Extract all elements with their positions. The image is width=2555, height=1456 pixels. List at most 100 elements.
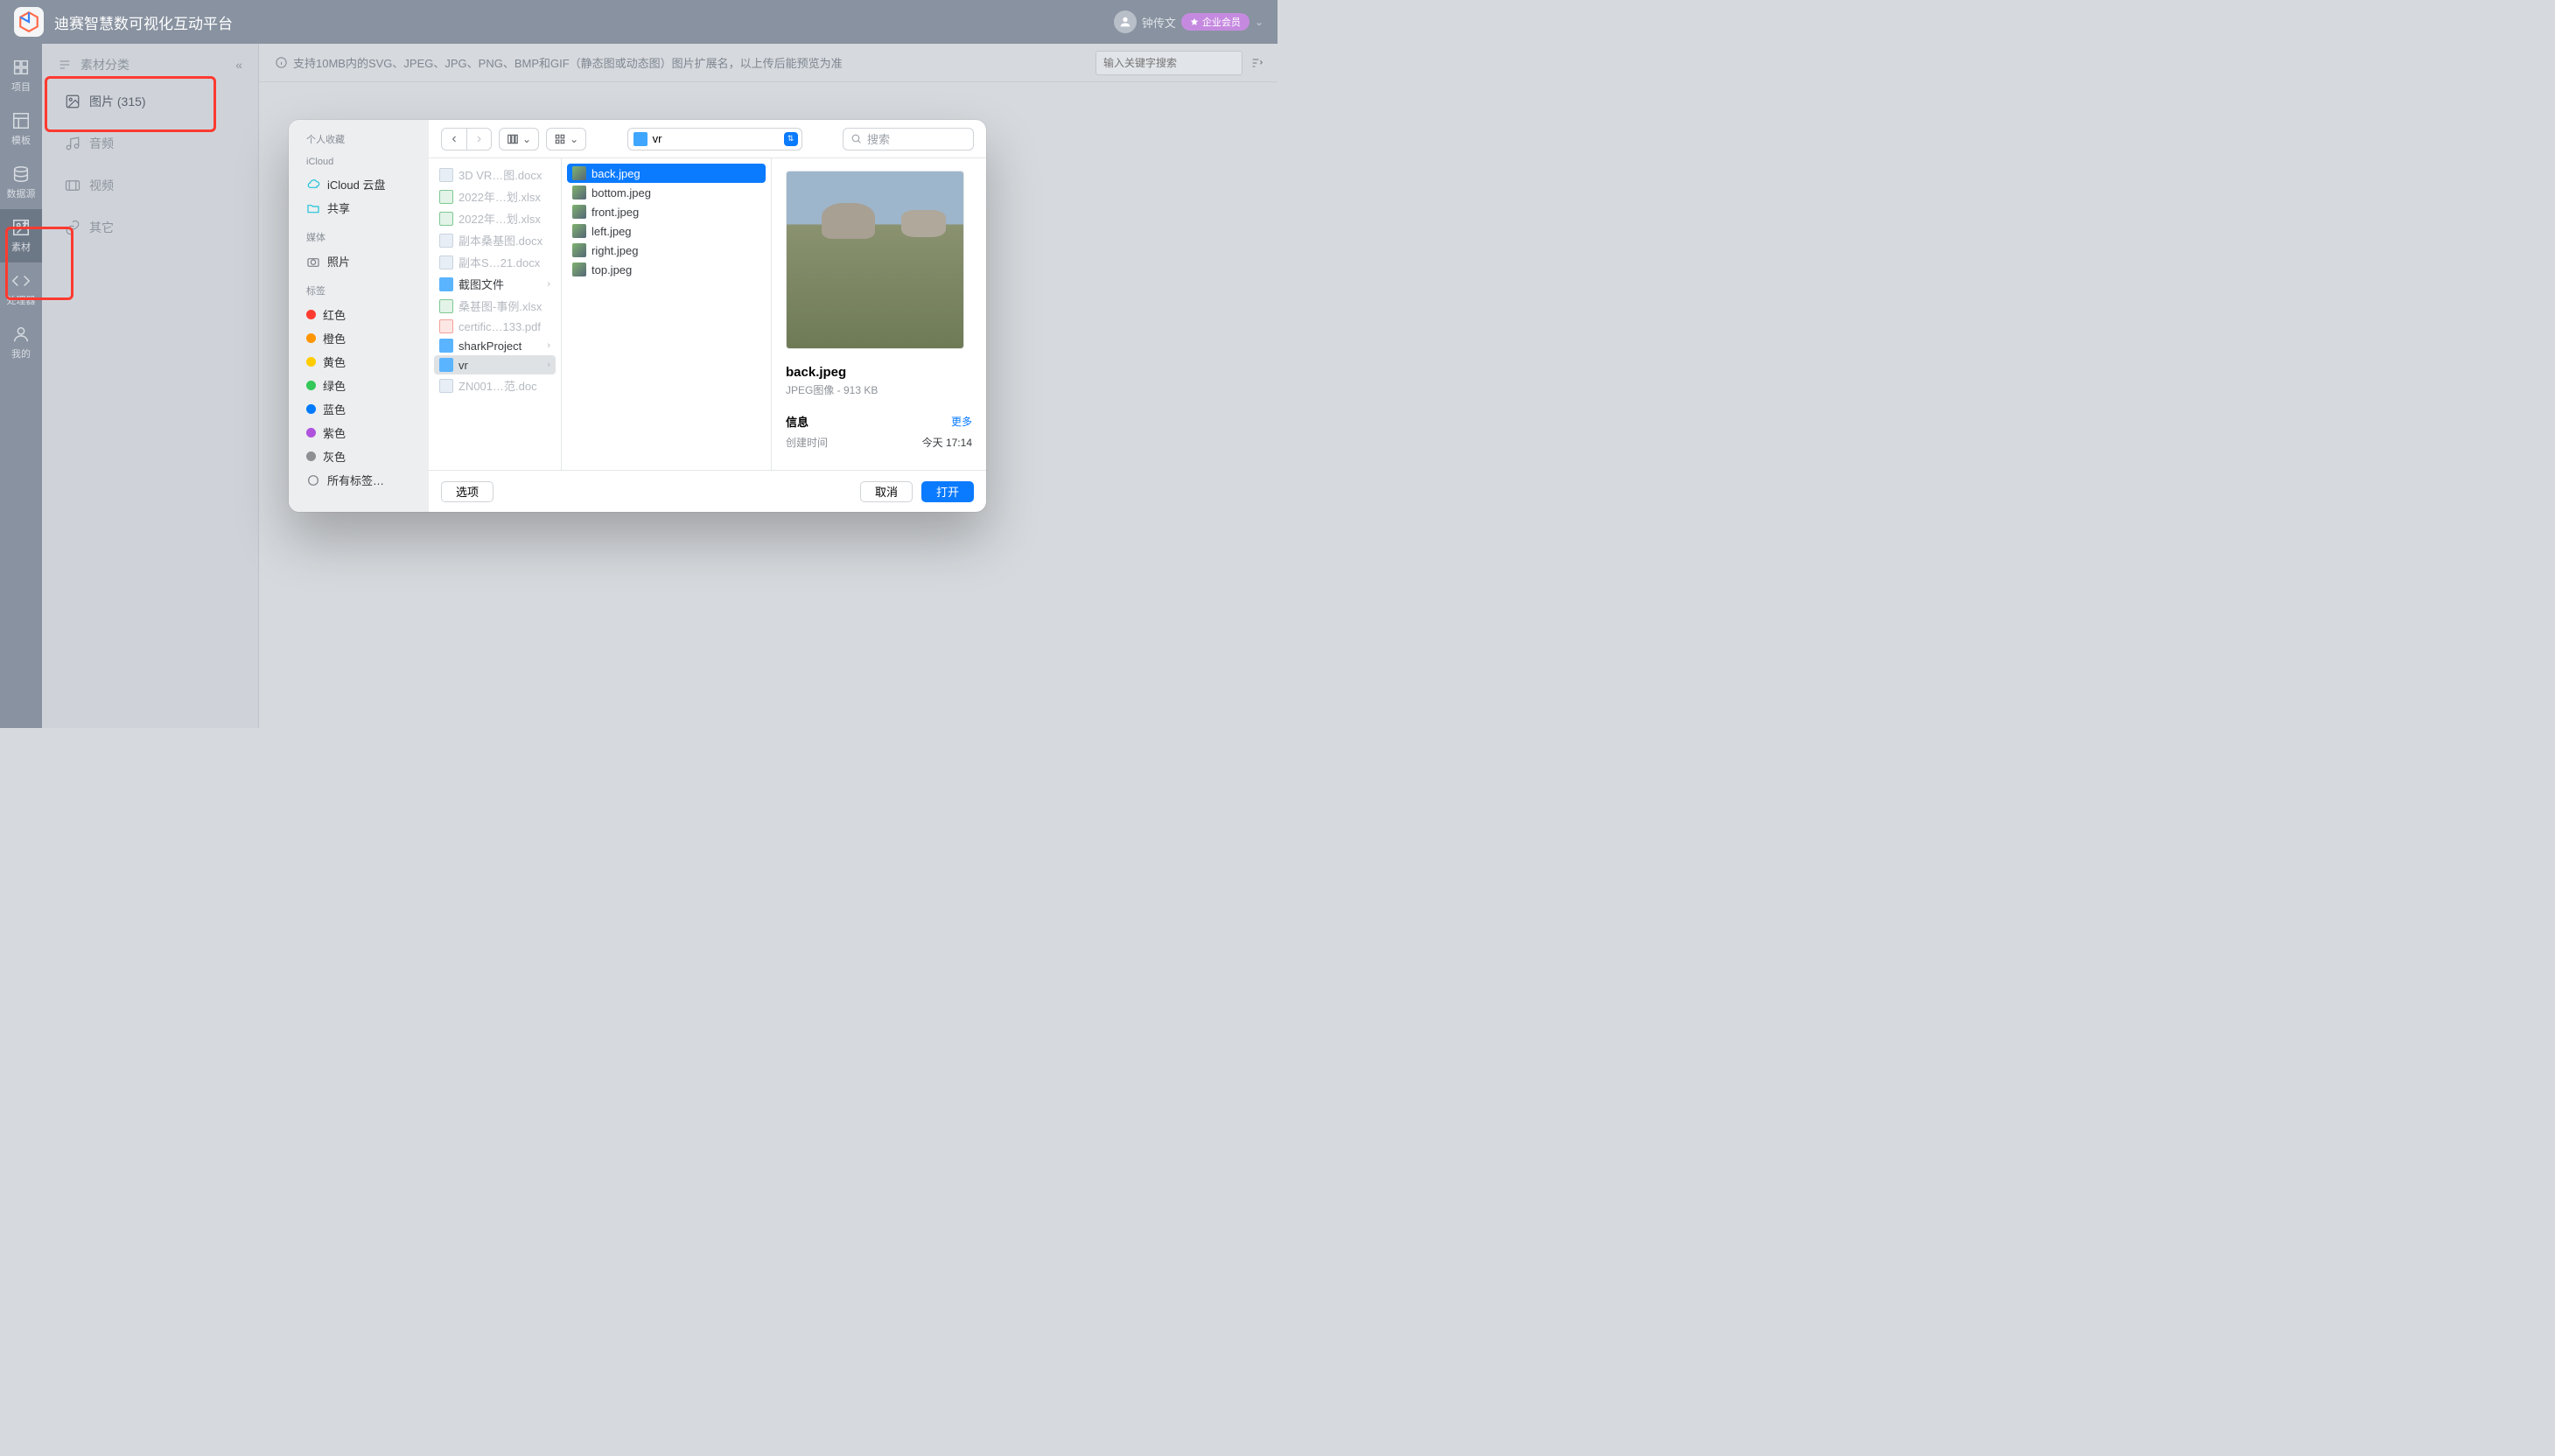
updown-icon: ⇅ xyxy=(784,132,798,146)
group-button[interactable]: ⌄ xyxy=(546,128,586,150)
sidebar-item-audio[interactable]: 音频 xyxy=(42,122,258,164)
file-column-1: 3D VR…图.docx2022年…划.xlsx2022年…划.xlsx副本桑基… xyxy=(429,158,562,470)
image-file-icon xyxy=(572,186,586,200)
location-dropdown[interactable]: vr ⇅ xyxy=(627,128,802,150)
file-row[interactable]: certific…133.pdf xyxy=(434,317,556,336)
file-column-2: back.jpegbottom.jpegfront.jpegleft.jpegr… xyxy=(562,158,772,470)
tag-dot-icon xyxy=(306,428,316,438)
file-row[interactable]: vr› xyxy=(434,355,556,374)
preview-more-link[interactable]: 更多 xyxy=(951,414,972,429)
dialog-footer: 选项 取消 打开 xyxy=(429,470,986,512)
tag-dot-icon xyxy=(306,333,316,343)
collapse-icon[interactable]: « xyxy=(235,58,242,72)
rail-project[interactable]: 项目 xyxy=(0,49,42,102)
sidebar-tag[interactable]: 红色 xyxy=(301,303,429,326)
cancel-button[interactable]: 取消 xyxy=(860,481,913,502)
file-row[interactable]: 截图文件› xyxy=(434,273,556,295)
preview-info-label: 信息 xyxy=(786,413,808,430)
file-row[interactable]: ZN001…范.doc xyxy=(434,374,556,396)
file-type-icon xyxy=(439,234,453,248)
grid-icon xyxy=(554,133,566,145)
nav-back-forward[interactable]: ‹ › xyxy=(441,128,492,150)
file-row[interactable]: right.jpeg xyxy=(567,241,766,260)
search-icon xyxy=(850,133,862,144)
file-type-icon xyxy=(439,168,453,182)
file-row[interactable]: left.jpeg xyxy=(567,221,766,241)
audio-icon xyxy=(65,136,80,151)
file-type-icon xyxy=(439,299,453,313)
link-icon xyxy=(65,220,80,235)
tag-icon xyxy=(306,473,320,487)
sidebar-item-image[interactable]: 图片 (315) xyxy=(42,80,258,122)
sidebar-section-favorites: 个人收藏 xyxy=(306,132,429,146)
file-row[interactable]: bottom.jpeg xyxy=(567,183,766,202)
file-row[interactable]: back.jpeg xyxy=(567,164,766,183)
sidebar-tag[interactable]: 紫色 xyxy=(301,421,429,444)
user-area[interactable]: 钟传文 企业会员 ⌄ xyxy=(1114,10,1264,33)
sort-button[interactable] xyxy=(1248,53,1267,73)
rail-material[interactable]: 素材 xyxy=(0,209,42,262)
image-file-icon xyxy=(572,243,586,257)
options-button[interactable]: 选项 xyxy=(441,481,494,502)
sidebar-icloud-drive[interactable]: iCloud 云盘 xyxy=(301,172,429,196)
dialog-search[interactable]: 搜索 xyxy=(843,128,974,150)
preview-created-label: 创建时间 xyxy=(786,435,828,450)
open-button[interactable]: 打开 xyxy=(921,481,974,502)
image-icon xyxy=(65,94,80,109)
sidebar-tag[interactable]: 黄色 xyxy=(301,350,429,374)
sidebar-shared[interactable]: 共享 xyxy=(301,196,429,220)
sidebar-tag[interactable]: 灰色 xyxy=(301,444,429,468)
file-row[interactable]: top.jpeg xyxy=(567,260,766,279)
file-row[interactable]: 3D VR…图.docx xyxy=(434,164,556,186)
chevron-right-icon: › xyxy=(547,340,550,351)
rail-mine[interactable]: 我的 xyxy=(0,316,42,369)
sidebar-section-media: 媒体 xyxy=(306,230,429,244)
file-type-icon xyxy=(439,277,453,291)
file-row[interactable]: 副本S…21.docx xyxy=(434,251,556,273)
file-row[interactable]: front.jpeg xyxy=(567,202,766,221)
sidebar-all-tags[interactable]: 所有标签… xyxy=(301,468,429,492)
file-row[interactable]: 2022年…划.xlsx xyxy=(434,207,556,229)
sidebar-item-video[interactable]: 视频 xyxy=(42,164,258,206)
rail-template[interactable]: 模板 xyxy=(0,102,42,156)
sidebar-tag[interactable]: 橙色 xyxy=(301,326,429,350)
file-row[interactable]: 桑甚图-事例.xlsx xyxy=(434,295,556,317)
chevron-right-icon: › xyxy=(547,360,550,370)
info-icon xyxy=(275,56,288,69)
back-icon[interactable]: ‹ xyxy=(442,129,466,150)
file-type-icon xyxy=(439,339,453,353)
member-badge: 企业会员 xyxy=(1181,13,1250,31)
tag-dot-icon xyxy=(306,404,316,414)
rail-datasource[interactable]: 数据源 xyxy=(0,156,42,209)
avatar-icon xyxy=(1114,10,1137,33)
rail-processor[interactable]: 处理器 xyxy=(0,262,42,316)
forward-icon[interactable]: › xyxy=(466,129,491,150)
preview-thumbnail xyxy=(786,171,964,349)
image-file-icon xyxy=(572,166,586,180)
file-type-icon xyxy=(439,190,453,204)
camera-icon xyxy=(306,255,320,269)
file-row[interactable]: 副本桑基图.docx xyxy=(434,229,556,251)
material-sidebar: 素材分类 « 图片 (315) 音频 视频 其它 xyxy=(42,44,259,728)
file-row[interactable]: 2022年…划.xlsx xyxy=(434,186,556,207)
sidebar-tag[interactable]: 绿色 xyxy=(301,374,429,397)
sidebar-photos[interactable]: 照片 xyxy=(301,249,429,273)
folder-icon xyxy=(634,132,648,146)
sidebar-section-tags: 标签 xyxy=(306,284,429,298)
chevron-right-icon: › xyxy=(547,279,550,290)
preview-pane: back.jpeg JPEG图像 - 913 KB 信息 更多 创建时间 今天 … xyxy=(772,158,986,470)
columns-icon xyxy=(507,133,519,145)
chevron-down-icon: ⌄ xyxy=(1255,16,1264,28)
file-type-icon xyxy=(439,358,453,372)
file-type-icon xyxy=(439,319,453,333)
file-type-icon xyxy=(439,379,453,393)
search-input[interactable] xyxy=(1096,51,1242,75)
file-row[interactable]: sharkProject› xyxy=(434,336,556,355)
sidebar-item-other[interactable]: 其它 xyxy=(42,206,258,248)
sidebar-tag[interactable]: 蓝色 xyxy=(301,397,429,421)
user-name: 钟传文 xyxy=(1142,14,1176,31)
preview-filename: back.jpeg xyxy=(786,365,972,380)
list-icon xyxy=(58,58,72,72)
view-mode-button[interactable]: ⌄ xyxy=(499,128,539,150)
image-file-icon xyxy=(572,262,586,276)
